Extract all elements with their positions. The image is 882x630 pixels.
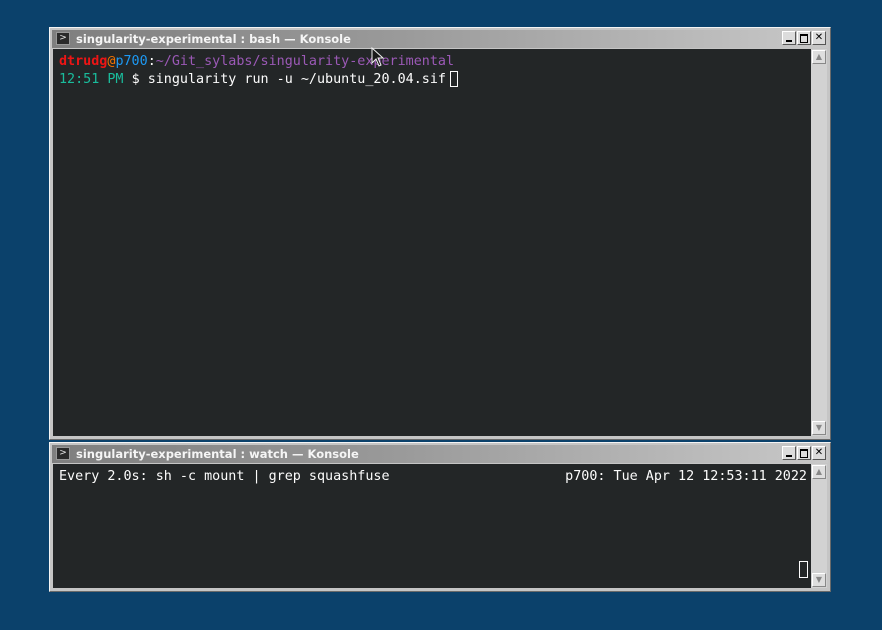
window-buttons: ✕: [782, 31, 826, 45]
text-cursor: [449, 71, 458, 87]
terminal-area[interactable]: dtrudg@p700:~/Git_sylabs/singularity-exp…: [53, 49, 811, 436]
vertical-scrollbar[interactable]: ▲ ▼: [811, 49, 827, 436]
minimize-icon[interactable]: [782, 446, 796, 460]
window-buttons: ✕: [782, 446, 826, 460]
terminal-icon[interactable]: >: [56, 32, 70, 45]
minimize-icon[interactable]: [782, 31, 796, 45]
terminal-area[interactable]: Every 2.0s: sh -c mount | grep squashfus…: [53, 464, 811, 588]
terminal-icon[interactable]: >: [56, 447, 70, 460]
prompt-time: 12:51 PM: [59, 72, 124, 87]
window-titlebar[interactable]: > singularity-experimental : bash — Kons…: [52, 30, 828, 48]
window-title: singularity-experimental : watch — Konso…: [76, 447, 359, 461]
prompt-line-1: dtrudg@p700:~/Git_sylabs/singularity-exp…: [59, 53, 811, 71]
konsole-window-watch[interactable]: > singularity-experimental : watch — Kon…: [49, 442, 831, 592]
scroll-down-icon[interactable]: ▼: [812, 421, 826, 435]
watch-header-command: Every 2.0s: sh -c mount | grep squashfus…: [59, 469, 390, 484]
vertical-scrollbar[interactable]: ▲ ▼: [811, 464, 827, 588]
prompt-line-2: 12:51 PM $ singularity run -u ~/ubuntu_2…: [59, 71, 811, 89]
scroll-up-icon[interactable]: ▲: [812, 50, 826, 64]
mouse-pointer-icon: [371, 47, 385, 67]
command-text: singularity run -u ~/ubuntu_20.04.sif: [147, 72, 446, 87]
maximize-icon[interactable]: [797, 446, 811, 460]
watch-header-host-time: p700: Tue Apr 12 12:53:11 2022: [565, 469, 807, 484]
window-title: singularity-experimental : bash — Konsol…: [76, 32, 351, 46]
text-cursor: [799, 561, 808, 578]
prompt-colon: :: [147, 54, 156, 69]
window-titlebar[interactable]: > singularity-experimental : watch — Kon…: [52, 445, 828, 463]
close-icon[interactable]: ✕: [812, 31, 826, 45]
close-icon[interactable]: ✕: [812, 446, 826, 460]
prompt-path: ~/Git_sylabs/singularity-experimental: [155, 54, 455, 69]
maximize-icon[interactable]: [797, 31, 811, 45]
konsole-window-bash[interactable]: > singularity-experimental : bash — Kons…: [49, 27, 831, 440]
prompt-symbol: $: [131, 72, 140, 87]
scroll-up-icon[interactable]: ▲: [812, 465, 826, 479]
prompt-host: p700: [115, 54, 148, 69]
scroll-down-icon[interactable]: ▼: [812, 573, 826, 587]
prompt-user: dtrudg: [59, 54, 108, 69]
